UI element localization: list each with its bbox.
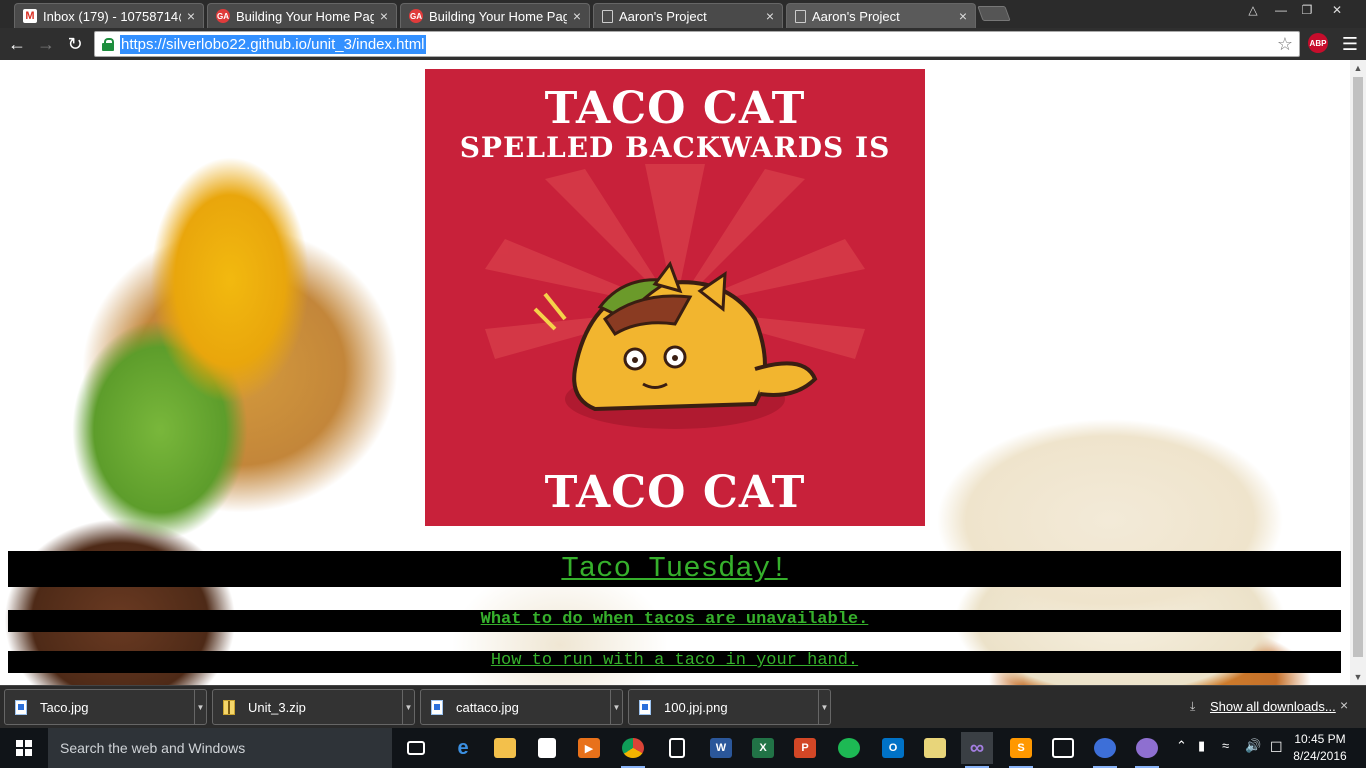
url-text[interactable]: https://silverlobo22.github.io/unit_3/in… [120, 34, 426, 54]
github-icon[interactable] [1131, 732, 1163, 768]
image-file-icon [15, 699, 27, 715]
photos-icon[interactable] [1047, 732, 1079, 764]
chevron-up-icon[interactable]: ⌃ [1176, 738, 1187, 754]
tab-building-home-page-2[interactable]: GA Building Your Home Page × [400, 3, 590, 28]
close-icon[interactable]: × [766, 8, 774, 24]
volume-icon[interactable]: 🔊 [1245, 738, 1261, 754]
sublime-text-icon[interactable]: S [1005, 732, 1037, 768]
tab-title: Aaron's Project [812, 8, 900, 24]
chevron-down-icon[interactable]: ▼ [194, 690, 206, 724]
download-item[interactable]: 100.jpj.png ▼ [628, 689, 831, 725]
download-filename: Taco.jpg [40, 699, 89, 715]
scroll-down-icon[interactable]: ▼ [1350, 669, 1366, 685]
poster-title-bottom: TACO CAT [544, 467, 806, 518]
tab-aarons-project-2[interactable]: Aaron's Project × [786, 3, 976, 28]
close-icon[interactable]: × [187, 8, 195, 24]
tab-strip: M Inbox (179) - 10758714@ × GA Building … [0, 0, 1366, 28]
tab-title: Building Your Home Page [429, 8, 567, 24]
show-all-downloads-link[interactable]: Show all downloads... [1210, 699, 1336, 714]
download-icon: ⤓ [1190, 699, 1196, 713]
chrome-icon[interactable] [617, 732, 649, 768]
poster-subtitle: SPELLED BACKWARDS IS [459, 131, 891, 164]
taskbar-clock[interactable]: 10:45 PM 8/24/2016 [1290, 731, 1350, 765]
minimize-icon[interactable]: — [1268, 0, 1294, 20]
document-icon [795, 9, 806, 23]
tab-building-home-page-1[interactable]: GA Building Your Home Page × [207, 3, 397, 28]
tab-inbox[interactable]: M Inbox (179) - 10758714@ × [14, 3, 204, 28]
download-filename: 100.jpj.png [664, 699, 728, 715]
back-arrow-icon[interactable]: ← [5, 32, 29, 56]
download-filename: cattaco.jpg [456, 699, 519, 715]
network-app-icon[interactable] [1089, 732, 1121, 768]
close-icon[interactable]: × [573, 8, 581, 24]
windows-logo-icon [16, 740, 32, 756]
address-bar[interactable]: https://silverlobo22.github.io/unit_3/in… [94, 31, 1300, 57]
image-file-icon [639, 699, 651, 715]
notification-icon[interactable]: ☐ [1270, 739, 1283, 756]
ga-icon: GA [216, 9, 230, 23]
profile-icon[interactable]: △ [1240, 0, 1266, 20]
spotify-icon[interactable] [833, 732, 865, 764]
poster-title-top: TACO CAT [544, 83, 806, 134]
edge-icon[interactable]: e [447, 732, 479, 764]
image-file-icon [431, 699, 443, 715]
download-item[interactable]: cattaco.jpg ▼ [420, 689, 623, 725]
close-icon[interactable]: × [380, 8, 388, 24]
ga-icon: GA [409, 9, 423, 23]
page-subheading[interactable]: What to do when tacos are unavailable. [8, 610, 1341, 632]
browser-toolbar: ← → ↻ https://silverlobo22.github.io/uni… [0, 28, 1366, 60]
adblock-plus-icon[interactable]: ABP [1308, 33, 1328, 53]
clock-date: 8/24/2016 [1293, 749, 1347, 763]
media-player-icon[interactable]: ▶ [573, 732, 605, 764]
powerpoint-icon[interactable]: P [789, 732, 821, 764]
tab-title: Aaron's Project [619, 8, 707, 24]
tab-title: Building Your Home Page [236, 8, 374, 24]
battery-icon[interactable]: ▮ [1198, 738, 1205, 754]
chevron-down-icon[interactable]: ▼ [610, 690, 622, 724]
zip-file-icon [223, 699, 235, 715]
close-icon[interactable]: × [1340, 697, 1348, 713]
page-heading[interactable]: Taco Tuesday! [8, 551, 1341, 587]
download-item[interactable]: Unit_3.zip ▼ [212, 689, 415, 725]
outlook-icon[interactable]: O [877, 732, 909, 764]
word-icon[interactable]: W [705, 732, 737, 764]
tab-aarons-project-1[interactable]: Aaron's Project × [593, 3, 783, 28]
chevron-down-icon[interactable]: ▼ [402, 690, 414, 724]
download-shelf: Taco.jpg ▼ Unit_3.zip ▼ cattaco.jpg ▼ 10… [0, 685, 1366, 728]
scroll-up-icon[interactable]: ▲ [1350, 60, 1366, 76]
file-explorer-icon[interactable] [489, 732, 521, 764]
wifi-icon[interactable]: ≈ [1222, 738, 1229, 753]
forward-arrow-icon[interactable]: → [34, 32, 58, 56]
window-close-icon[interactable]: ✕ [1324, 0, 1350, 20]
page-scrollbar[interactable]: ▲ ▼ [1350, 60, 1366, 685]
page-link[interactable]: How to run with a taco in your hand. [8, 651, 1341, 673]
chevron-down-icon[interactable]: ▼ [818, 690, 830, 724]
windows-taskbar: Search the web and Windows e ▶ W X P O ∞… [0, 728, 1366, 768]
restore-icon[interactable]: ❐ [1294, 0, 1320, 20]
visual-studio-icon[interactable]: ∞ [961, 732, 993, 768]
lock-icon [102, 38, 114, 51]
bookmark-star-icon[interactable]: ☆ [1277, 34, 1293, 55]
taskbar-search-box[interactable]: Search the web and Windows [48, 728, 392, 768]
download-item[interactable]: Taco.jpg ▼ [4, 689, 207, 725]
scrollbar-thumb[interactable] [1353, 77, 1363, 657]
gmail-icon: M [23, 9, 37, 23]
start-button[interactable] [0, 728, 48, 768]
cat-taco-illustration [533, 260, 818, 429]
new-tab-button[interactable] [977, 6, 1011, 21]
page-viewport: TACO CAT SPELLED BACKWARDS IS TACO CAT T… [0, 60, 1350, 685]
hamburger-menu-icon[interactable]: ☰ [1338, 32, 1362, 56]
calculator-icon[interactable] [661, 732, 693, 764]
close-icon[interactable]: × [959, 8, 967, 24]
tab-title: Inbox (179) - 10758714@ [43, 8, 181, 24]
excel-icon[interactable]: X [747, 732, 779, 764]
folder-icon[interactable] [919, 732, 951, 764]
download-filename: Unit_3.zip [248, 699, 306, 715]
store-icon[interactable] [531, 732, 563, 764]
taco-cat-poster: TACO CAT SPELLED BACKWARDS IS TACO CAT [425, 69, 925, 526]
clock-time: 10:45 PM [1294, 732, 1346, 746]
reload-icon[interactable]: ↻ [63, 32, 87, 56]
task-view-icon[interactable] [400, 732, 432, 764]
document-icon [602, 9, 613, 23]
